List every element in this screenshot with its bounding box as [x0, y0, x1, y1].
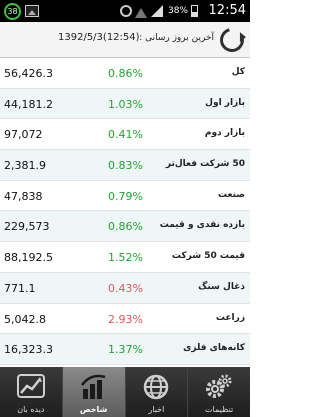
table-row[interactable]: 97,072 0.41% بازار دوم — [0, 119, 250, 151]
last-update-label: آخرین بروز رسانی : — [139, 33, 214, 43]
last-update-value: 1392/5/3(12:54) — [58, 32, 140, 43]
wifi-icon — [135, 5, 148, 18]
table-row[interactable]: 56,426.3 0.86% کل — [0, 58, 250, 89]
index-list: 56,426.3 0.86% کل 44,181.2 1.03% بازار اول 97,… — [0, 58, 250, 365]
index-change: 1.52% — [108, 251, 143, 265]
table-row[interactable]: 16,323.3 1.37% کانه‌های فلزی — [0, 334, 250, 365]
index-change: 0.86% — [108, 220, 143, 234]
index-change: 1.37% — [108, 343, 143, 357]
header: 1392/5/3(12:54) آخرین بروز رسانی : — [0, 22, 250, 58]
index-value: 56,426.3 — [4, 67, 53, 80]
image-notification-icon — [25, 5, 39, 17]
table-row[interactable]: 229,573 0.86% بازده نقدی و قیمت — [0, 211, 250, 243]
index-value: 229,573 — [4, 220, 50, 234]
index-change: 2.93% — [108, 312, 143, 326]
index-value: 771.1 — [4, 281, 36, 295]
tab-news[interactable]: اخبار — [125, 367, 189, 417]
index-change: 0.83% — [108, 159, 143, 173]
index-name: 50 شرکت فعال‌تر — [165, 159, 245, 170]
index-change: 1.03% — [108, 97, 143, 111]
index-value: 88,192.5 — [4, 251, 53, 265]
index-value: 2,381.9 — [4, 159, 46, 173]
chart-icon — [16, 374, 45, 398]
index-name: کل — [231, 67, 245, 77]
tab-index[interactable]: شاخص — [62, 367, 126, 417]
index-name: قیمت 50 شرکت — [171, 251, 245, 262]
refresh-icon[interactable] — [215, 23, 249, 57]
signal-icon — [150, 5, 163, 17]
table-row[interactable]: 44,181.2 1.03% بازار اول — [0, 88, 250, 120]
index-name: کانه‌های فلزی — [183, 343, 245, 354]
gear-icon — [206, 374, 232, 398]
tab-label: دیده بان — [17, 405, 45, 414]
clock: 12:54 — [208, 3, 246, 18]
index-value: 97,072 — [4, 128, 43, 142]
index-change: 0.86% — [108, 67, 143, 80]
index-value: 44,181.2 — [4, 97, 53, 111]
alarm-icon — [119, 5, 132, 17]
index-change: 0.41% — [108, 128, 143, 142]
bar-chart-icon — [80, 374, 105, 399]
index-name: صنعت — [218, 189, 245, 200]
index-name: بازده نقدی و قیمت — [159, 220, 245, 231]
tab-label: شاخص — [79, 405, 108, 414]
index-value: 47,838 — [4, 189, 43, 203]
tab-settings[interactable]: تنظیمات — [188, 367, 250, 417]
tab-label: تنظیمات — [205, 405, 234, 414]
index-name: زراعت — [215, 312, 245, 323]
battery-icon — [191, 5, 198, 17]
table-row[interactable]: 5,042.8 2.93% زراعت — [0, 303, 250, 335]
globe-icon — [144, 374, 169, 400]
table-row[interactable]: 47,838 0.79% صنعت — [0, 180, 250, 212]
index-name: بازار اول — [205, 97, 245, 108]
index-value: 16,323.3 — [4, 343, 53, 357]
table-row[interactable]: 771.1 0.43% ذغال سنگ — [0, 272, 250, 304]
index-name: بازار دوم — [204, 128, 245, 139]
index-name: ذغال سنگ — [198, 281, 245, 292]
tab-label: اخبار — [148, 405, 165, 414]
status-bar: 38 38% 12:54 — [0, 0, 250, 22]
notification-badge: 38 — [4, 3, 21, 20]
index-change: 0.79% — [108, 189, 143, 203]
table-row[interactable]: 2,381.9 0.83% 50 شرکت فعال‌تر — [0, 150, 250, 181]
battery-percent: 38% — [167, 6, 188, 16]
table-row[interactable]: 88,192.5 1.52% قیمت 50 شرکت — [0, 242, 250, 273]
index-change: 0.43% — [108, 281, 143, 295]
status-icons: 38% — [119, 4, 198, 18]
tab-watchlist[interactable]: دیده بان — [0, 367, 63, 417]
index-value: 5,042.8 — [4, 312, 46, 326]
bottom-navigation: دیده بان شاخص اخبار تنظیمات — [0, 367, 250, 417]
